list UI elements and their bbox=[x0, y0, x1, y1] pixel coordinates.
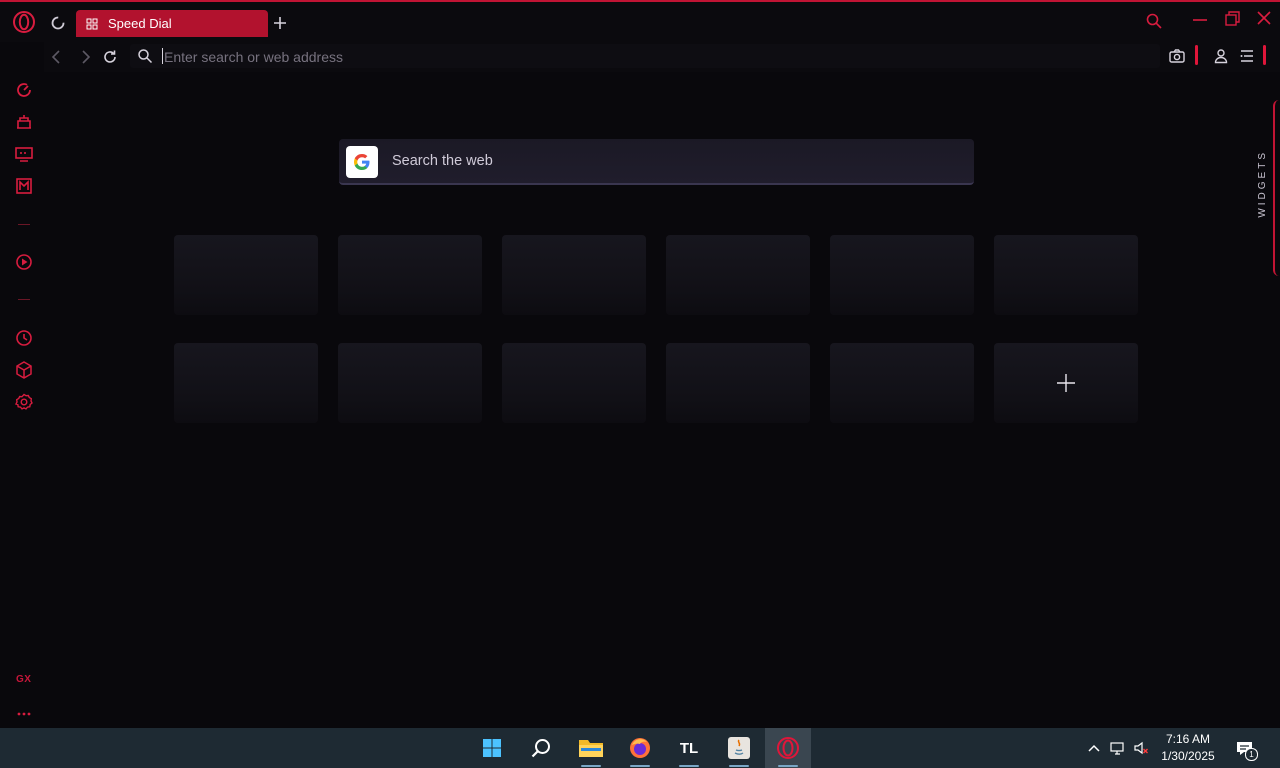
toolbar-accent-bar bbox=[1195, 45, 1198, 65]
address-field-container bbox=[130, 44, 1160, 70]
gx-corner-label[interactable]: GX bbox=[16, 674, 31, 685]
account-icon[interactable] bbox=[1212, 47, 1230, 65]
settings-icon[interactable] bbox=[14, 392, 34, 412]
speed-dial-tile[interactable] bbox=[830, 343, 974, 423]
firefox-icon[interactable] bbox=[620, 728, 660, 768]
search-icon bbox=[138, 49, 153, 64]
running-indicator bbox=[778, 765, 798, 767]
speed-dial-tile[interactable] bbox=[666, 235, 810, 315]
speed-dial-search-box[interactable]: Search the web bbox=[339, 139, 974, 185]
speed-dial-tile[interactable] bbox=[338, 235, 482, 315]
speed-dial-tile[interactable] bbox=[830, 235, 974, 315]
speed-dial-tile[interactable] bbox=[666, 343, 810, 423]
running-indicator bbox=[630, 765, 650, 767]
running-indicator bbox=[729, 765, 749, 767]
address-input[interactable] bbox=[162, 44, 1156, 70]
speed-dial-tile[interactable] bbox=[174, 343, 318, 423]
minimize-icon[interactable] bbox=[1190, 10, 1210, 30]
taskbar-search-icon[interactable] bbox=[521, 728, 561, 768]
network-icon[interactable] bbox=[1110, 740, 1126, 756]
speed-dial-tile[interactable] bbox=[502, 235, 646, 315]
shopping-corner-icon[interactable] bbox=[14, 112, 34, 132]
restore-icon[interactable] bbox=[1222, 9, 1242, 29]
tab-search-icon[interactable] bbox=[1145, 12, 1163, 30]
speed-dial-icon[interactable] bbox=[14, 80, 34, 100]
notification-center-icon[interactable]: 1 bbox=[1235, 739, 1258, 761]
widgets-tab[interactable] bbox=[1273, 100, 1280, 276]
reload-indicator-icon bbox=[51, 16, 65, 30]
more-options-icon[interactable] bbox=[16, 706, 32, 722]
windows-start-icon[interactable] bbox=[472, 728, 512, 768]
java-app-icon[interactable] bbox=[719, 728, 759, 768]
reload-icon[interactable] bbox=[101, 48, 119, 66]
grid-icon bbox=[86, 18, 98, 29]
file-explorer-icon[interactable] bbox=[571, 728, 611, 768]
text-caret bbox=[162, 48, 163, 64]
toolbar-accent-bar-right bbox=[1263, 45, 1266, 65]
tab-speed-dial[interactable]: Speed Dial bbox=[76, 10, 268, 37]
history-icon[interactable] bbox=[14, 328, 34, 348]
player-icon[interactable] bbox=[14, 252, 34, 272]
add-speed-dial-tile[interactable] bbox=[994, 343, 1138, 423]
sidebar-separator bbox=[18, 299, 30, 300]
snapshot-camera-icon[interactable] bbox=[1168, 47, 1186, 65]
show-hidden-icons-chevron-icon[interactable] bbox=[1086, 740, 1102, 756]
easy-setup-icon[interactable] bbox=[1238, 47, 1256, 65]
speed-dial-tile[interactable] bbox=[994, 235, 1138, 315]
running-indicator bbox=[679, 765, 699, 767]
widgets-label[interactable]: WIDGETS bbox=[1257, 150, 1273, 218]
tab-title: Speed Dial bbox=[108, 16, 172, 31]
opera-gx-menu-icon[interactable] bbox=[12, 10, 36, 34]
speed-dial-tile[interactable] bbox=[174, 235, 318, 315]
search-placeholder: Search the web bbox=[392, 153, 493, 169]
plus-icon bbox=[1057, 374, 1075, 392]
taskbar-clock[interactable]: 7:16 AM 1/30/2025 bbox=[1158, 731, 1218, 765]
speed-dial-tile[interactable] bbox=[502, 343, 646, 423]
speed-dial-tile[interactable] bbox=[338, 343, 482, 423]
messenger-icon[interactable] bbox=[14, 176, 34, 196]
google-g-icon bbox=[346, 146, 378, 178]
tl-app-icon[interactable]: TL bbox=[669, 728, 709, 768]
tl-app-label: TL bbox=[679, 739, 699, 757]
notification-count: 1 bbox=[1245, 748, 1258, 761]
clock-date: 1/30/2025 bbox=[1161, 749, 1215, 763]
forward-icon[interactable] bbox=[76, 48, 94, 66]
back-icon[interactable] bbox=[48, 48, 66, 66]
sidebar-separator bbox=[18, 224, 30, 225]
clock-time: 7:16 AM bbox=[1165, 732, 1211, 746]
close-icon[interactable] bbox=[1254, 8, 1274, 28]
opera-gx-icon[interactable] bbox=[765, 728, 811, 768]
volume-muted-icon[interactable] bbox=[1133, 740, 1149, 756]
extensions-icon[interactable] bbox=[14, 360, 34, 380]
twitch-icon[interactable] bbox=[14, 144, 34, 164]
new-tab-plus-icon[interactable] bbox=[270, 13, 290, 33]
running-indicator bbox=[581, 765, 601, 767]
